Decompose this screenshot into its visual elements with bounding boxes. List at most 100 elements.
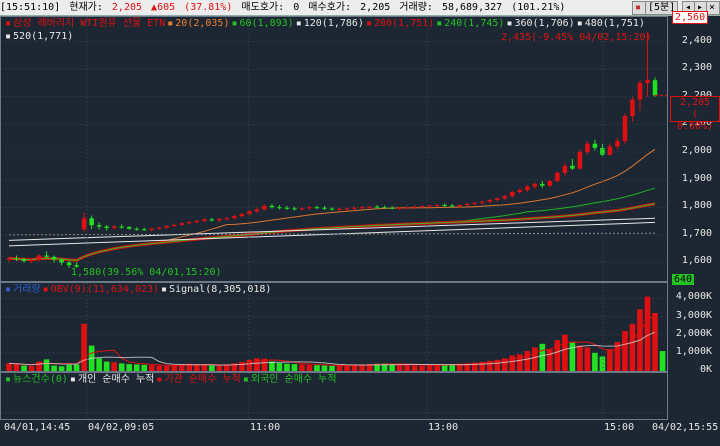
alert-icon[interactable]: ▪ <box>632 1 646 15</box>
candle-38 <box>292 208 297 210</box>
price-tick-8: 1,600 <box>681 255 712 267</box>
volume-bar-55 <box>419 365 425 371</box>
time-label-5: 04/02,15:55 <box>652 422 719 433</box>
candle-79 <box>600 147 605 155</box>
candle-72 <box>547 180 553 186</box>
investor-legend-item-0-label: 뉴스건수(0) <box>13 374 68 385</box>
candle-71 <box>540 184 545 186</box>
investor-legend-item-1-label: 개인 순매수 누적 <box>77 374 155 385</box>
volume-bar-82 <box>622 331 628 371</box>
volume-bar-44 <box>336 365 343 371</box>
price-tick-0: 2,400 <box>681 34 712 46</box>
volume-bar-79 <box>599 356 606 371</box>
price-tick-4: 2,000 <box>681 145 712 156</box>
volume-bar-39 <box>299 364 305 371</box>
volume-bar-17 <box>133 364 140 371</box>
candle-66 <box>502 196 508 199</box>
candle-15 <box>119 226 124 228</box>
volume-bar-16 <box>126 364 133 371</box>
investor-legend-item-1-icon: ▪ <box>69 374 76 385</box>
volume-bar-7 <box>58 366 65 371</box>
price-legend-item-4-icon: ▪ <box>365 18 372 29</box>
candle-4 <box>36 255 42 260</box>
volume-bar-35 <box>269 361 275 371</box>
price-tick-1: 2,300 <box>681 62 712 74</box>
candle-7 <box>59 259 64 263</box>
candle-77 <box>585 143 590 152</box>
volume-value: 58,689,327 <box>441 2 503 13</box>
candle-2 <box>21 259 27 262</box>
volume-legend-item-2-label: Signal(8,305,018) <box>169 284 272 295</box>
volume-bar-32 <box>246 359 253 371</box>
change-percent: (37.81%) <box>184 2 233 13</box>
volume-bar-21 <box>163 365 170 371</box>
candle-30 <box>232 216 237 219</box>
candle-3 <box>29 259 34 262</box>
candle-63 <box>479 201 485 203</box>
candle-67 <box>510 192 515 197</box>
candle-75 <box>570 165 575 169</box>
candle-48 <box>367 206 372 208</box>
volume-bar-6 <box>51 365 57 371</box>
price-legend-item-5-label: 240(1,745) <box>444 18 505 29</box>
volume-percent: (101.21%) <box>511 2 566 13</box>
candle-41 <box>314 207 320 209</box>
price-legend-item-1-label: 20(2,035) <box>175 18 230 29</box>
ma-520-legend: ▪ 520(1,771) <box>5 31 75 43</box>
candle-34 <box>262 205 267 210</box>
candle-84 <box>637 82 643 100</box>
volume-bar-69 <box>524 351 531 371</box>
investor-legend-item-0-icon: ▪ <box>5 374 12 385</box>
candle-85 <box>645 80 650 83</box>
time-label-0: 04/01,14:45 <box>4 422 71 433</box>
candle-16 <box>126 227 132 229</box>
candlestick-chart[interactable] <box>1 17 668 282</box>
volume-legend-item-2-icon: ▪ <box>161 284 168 295</box>
candle-46 <box>352 207 357 209</box>
volume-legend-item-0-icon: ▪ <box>5 284 12 295</box>
volume-bar-85 <box>644 296 651 371</box>
candle-23 <box>179 223 185 225</box>
volume-bar-80 <box>607 349 613 371</box>
price-chart-panel[interactable]: ▪ 삼성 레버리지 WTI원유 선물 ETN ▪ 20(2,035) ▪ 60(1,893… <box>0 16 668 282</box>
candle-65 <box>495 198 500 201</box>
volume-tick-0: 4,000K <box>675 291 712 303</box>
volume-bar-18 <box>141 364 148 371</box>
candle-69 <box>525 186 530 191</box>
candle-5 <box>44 255 49 257</box>
candle-78 <box>592 143 598 148</box>
volume-bar-15 <box>118 363 125 371</box>
investor-axis <box>668 372 720 420</box>
low-annotation: 1,580(39.56% 04/01,15:20) <box>71 267 222 278</box>
candle-55 <box>419 206 425 208</box>
candle-35 <box>269 205 275 208</box>
bid-value: 2,205 <box>360 2 391 13</box>
candle-17 <box>134 228 139 230</box>
time-label-1: 04/02,09:05 <box>88 422 155 433</box>
candle-44 <box>337 208 342 210</box>
investor-panel[interactable]: ▪ 뉴스건수(0) ▪ 개인 순매수 누적 ▪ 기관 순매수 누적 ▪ 외국인 순매수 누적 <box>0 372 668 420</box>
candle-83 <box>630 99 635 117</box>
time-label-4: 15:00 <box>604 422 635 433</box>
candle-29 <box>224 218 230 220</box>
volume-bar-38 <box>291 364 298 371</box>
volume-panel[interactable]: ▪ 거래량 ▪ OBV(9)(11,634,023) ▪ Signal(8,305,018… <box>0 282 668 372</box>
quote-info-bar: [15:51:10] 현재가: 2,205 ▲605 (37.81%) 매도호가… <box>0 0 720 16</box>
price-legend-item-0-icon: ▪ <box>5 18 12 29</box>
price-legend: ▪ 삼성 레버리지 WTI원유 선물 ETN ▪ 20(2,035) ▪ 60(1,893… <box>5 18 647 30</box>
volume-bar-53 <box>404 364 410 371</box>
volume-bar-57 <box>434 364 440 371</box>
volume-bar-67 <box>509 355 516 371</box>
price-legend-item-3-icon: ▪ <box>295 18 302 29</box>
volume-bar-1 <box>13 364 20 371</box>
volume-tick-1: 3,000K <box>675 309 712 321</box>
candle-21 <box>164 225 169 228</box>
volume-bar-8 <box>66 364 72 371</box>
candle-33 <box>254 209 260 212</box>
volume-bar-31 <box>239 361 245 371</box>
volume-chart[interactable] <box>1 283 668 372</box>
volume-bar-40 <box>306 364 313 371</box>
volume-bar-83 <box>629 323 636 371</box>
volume-bar-71 <box>539 343 546 371</box>
price-legend-item-3-label: 120(1,786) <box>303 18 364 29</box>
